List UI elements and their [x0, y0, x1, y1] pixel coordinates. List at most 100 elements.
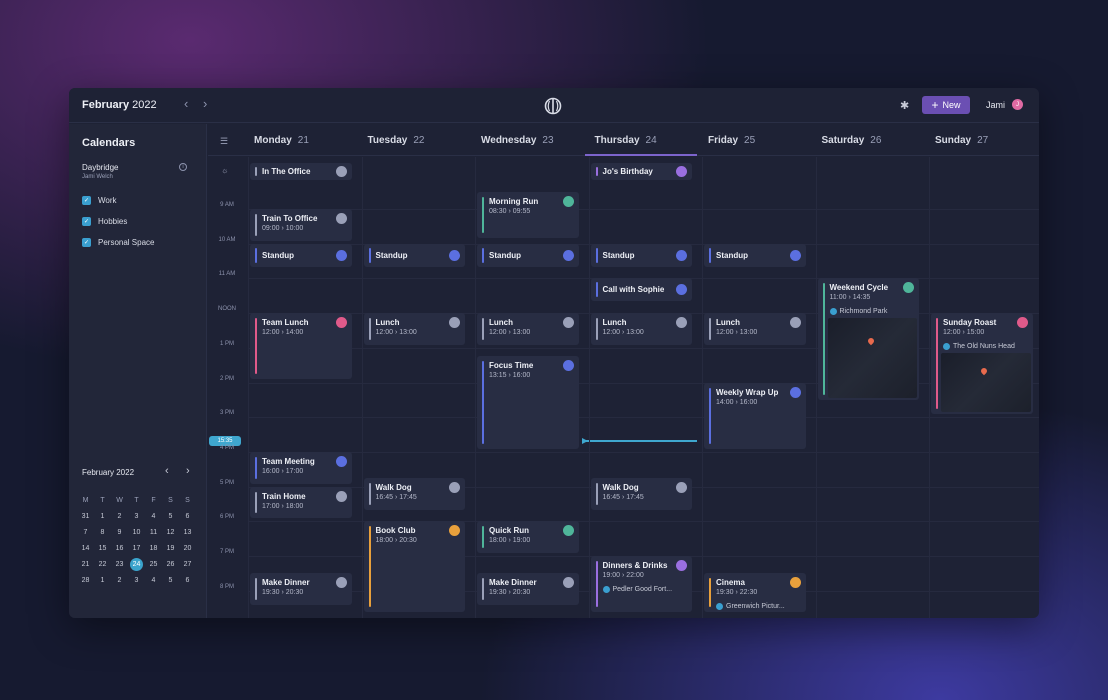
event-color-bar [595, 561, 598, 607]
mini-calendar-next-button[interactable]: › [186, 466, 190, 477]
mini-calendar-day[interactable]: 17 [128, 545, 145, 552]
checkbox-checked-icon[interactable]: ✓ [82, 195, 91, 205]
mini-calendar-day[interactable]: 8 [94, 529, 111, 536]
mini-calendar-day[interactable]: 3 [128, 513, 145, 520]
event-jo-s-birthday[interactable]: Jo's Birthday [590, 163, 692, 180]
mini-calendar-day[interactable]: 11 [145, 529, 162, 536]
list-view-icon[interactable]: ☰ [220, 136, 228, 147]
mini-calendar-day[interactable]: 19 [162, 545, 179, 552]
event-call-with-sophie[interactable]: Call with Sophie [590, 278, 692, 302]
mini-calendar-day[interactable]: 27 [179, 561, 196, 568]
mini-calendar-day[interactable]: 12 [162, 529, 179, 536]
next-week-button[interactable]: › [203, 97, 207, 111]
event-team-meeting[interactable]: Team Meeting 16:00 › 17:00 [250, 451, 352, 484]
event-color-bar [936, 318, 938, 410]
day-header-thursday[interactable]: Thursday 24 [595, 135, 657, 146]
event-in-the-office[interactable]: In The Office [250, 163, 352, 180]
mini-calendar-day[interactable]: 14 [77, 545, 94, 552]
event-time: 08:30 › 09:55 [489, 207, 531, 215]
calendar-item-work[interactable]: ✓ Work [82, 194, 117, 206]
checkbox-checked-icon[interactable]: ✓ [82, 216, 91, 226]
day-header-wednesday[interactable]: Wednesday 23 [481, 135, 554, 146]
mini-calendar-prev-button[interactable]: ‹ [165, 466, 169, 477]
mini-calendar-day[interactable]: 7 [77, 529, 94, 536]
previous-week-button[interactable]: ‹ [184, 97, 188, 111]
event-book-club[interactable]: Book Club 18:00 › 20:30 [363, 521, 465, 612]
mini-calendar-day[interactable]: 1 [94, 513, 111, 520]
sync-icon [335, 249, 347, 261]
mini-calendar-day[interactable]: 21 [77, 561, 94, 568]
event-weekly-wrap-up[interactable]: Weekly Wrap Up 14:00 › 16:00 [704, 382, 806, 449]
event-title: Lunch [375, 318, 400, 328]
event-lunch[interactable]: Lunch 12:00 › 13:00 [477, 313, 579, 345]
event-cinema[interactable]: Cinema 19:30 › 22:30 Greenwich Pictur... [704, 573, 806, 612]
mini-calendar-week: 28 1 2 3 4 5 6 [77, 572, 204, 588]
cutlery-icon [449, 317, 460, 329]
day-header-friday[interactable]: Friday 25 [708, 135, 755, 146]
event-make-dinner[interactable]: Make Dinner 19:30 › 20:30 [250, 573, 352, 606]
event-make-dinner[interactable]: Make Dinner 19:30 › 20:30 [477, 573, 579, 606]
calendar-item-hobbies[interactable]: ✓ Hobbies [82, 215, 127, 227]
mini-calendar-day[interactable]: 13 [179, 529, 196, 536]
event-sunday-roast[interactable]: Sunday Roast 12:00 › 15:00 The Old Nuns He… [931, 313, 1033, 415]
checkbox-checked-icon[interactable]: ✓ [82, 237, 91, 247]
mini-calendar-day[interactable]: 4 [145, 513, 162, 520]
mini-calendar-day[interactable]: 26 [162, 561, 179, 568]
mini-calendar-day[interactable]: 2 [111, 577, 128, 584]
mini-calendar-day[interactable]: 3 [128, 577, 145, 584]
day-header-sunday[interactable]: Sunday 27 [935, 135, 988, 146]
event-walk-dog[interactable]: Walk Dog 16:45 › 17:45 [363, 477, 465, 510]
event-lunch[interactable]: Lunch 12:00 › 13:00 [590, 313, 692, 345]
mini-calendar-day[interactable]: 28 [77, 577, 94, 584]
event-standup[interactable]: Standup [363, 243, 465, 267]
event-team-lunch[interactable]: Team Lunch 12:00 › 14:00 [250, 313, 352, 380]
info-icon[interactable]: i [179, 163, 187, 171]
mini-calendar-day[interactable]: 31 [77, 513, 94, 520]
mini-calendar-day[interactable]: 6 [179, 513, 196, 520]
gear-icon[interactable]: ✱ [900, 99, 909, 112]
avatar[interactable]: J [1012, 99, 1023, 110]
mini-calendar-day[interactable]: 5 [162, 513, 179, 520]
mini-calendar-day[interactable]: 4 [145, 577, 162, 584]
event-lunch[interactable]: Lunch 12:00 › 13:00 [363, 313, 465, 345]
event-morning-run[interactable]: Morning Run 08:30 › 09:55 [477, 191, 579, 238]
event-color-bar [482, 196, 484, 233]
event-train-home[interactable]: Train Home 17:00 › 18:00 [250, 486, 352, 519]
mini-calendar-day[interactable]: 9 [111, 529, 128, 536]
calendar-item-personal-space[interactable]: ✓ Personal Space [82, 236, 154, 248]
mini-calendar-day[interactable]: 2 [111, 513, 128, 520]
new-event-button[interactable]: + New [922, 96, 970, 114]
event-weekend-cycle[interactable]: Weekend Cycle 11:00 › 14:35 Richmond Park [817, 278, 919, 401]
event-focus-time[interactable]: Focus Time 13:15 › 16:00 [477, 356, 579, 449]
map-marker-icon [866, 337, 876, 346]
day-header-tuesday[interactable]: Tuesday 22 [368, 135, 425, 146]
day-name: Wednesday [481, 135, 537, 146]
event-dinners-drinks[interactable]: Dinners & Drinks 19:00 › 22:00 Pedler Good… [590, 556, 692, 612]
event-standup[interactable]: Standup [250, 243, 352, 267]
event-standup[interactable]: Standup [704, 243, 806, 267]
chef-icon [335, 577, 347, 589]
event-walk-dog[interactable]: Walk Dog 16:45 › 17:45 [590, 477, 692, 510]
mini-calendar-day[interactable]: 5 [162, 577, 179, 584]
mini-calendar-day[interactable]: 10 [128, 529, 145, 536]
user-name[interactable]: Jami [986, 100, 1005, 110]
event-quick-run[interactable]: Quick Run 18:00 › 19:00 [477, 521, 579, 553]
mini-calendar-day[interactable]: 25 [145, 561, 162, 568]
mini-calendar-day[interactable]: 6 [179, 577, 196, 584]
mini-calendar-day[interactable]: 15 [94, 545, 111, 552]
event-train-to-office[interactable]: Train To Office 09:00 › 10:00 [250, 209, 352, 241]
mini-calendar-day[interactable]: 23 [111, 561, 128, 568]
mini-calendar-day[interactable]: 18 [145, 545, 162, 552]
day-header-saturday[interactable]: Saturday 26 [822, 135, 882, 146]
day-number: 26 [870, 135, 882, 146]
mini-calendar-day[interactable]: 20 [179, 545, 196, 552]
event-lunch[interactable]: Lunch 12:00 › 13:00 [704, 313, 806, 345]
day-header-monday[interactable]: Monday 21 [254, 135, 309, 146]
mini-calendar-today[interactable]: 24 [130, 557, 143, 571]
mini-calendar-day[interactable]: 1 [94, 577, 111, 584]
mini-calendar-day[interactable]: 16 [111, 545, 128, 552]
event-standup[interactable]: Standup [477, 243, 579, 267]
event-standup[interactable]: Standup [590, 243, 692, 267]
mini-calendar-week: 14 15 16 17 18 19 20 [77, 540, 204, 556]
mini-calendar-day[interactable]: 22 [94, 561, 111, 568]
